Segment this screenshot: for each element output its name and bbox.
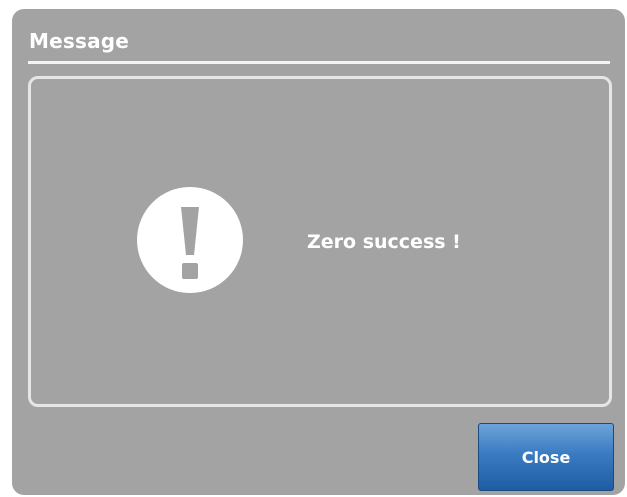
close-button-label: Close [521,447,571,467]
exclamation-circle-icon [137,187,243,293]
message-dialog: Message Zero success ! Close [12,9,625,495]
close-button[interactable]: Close [478,423,614,491]
title-divider [28,61,610,64]
message-text: Zero success ! [307,231,461,253]
dialog-title: Message [29,29,130,53]
